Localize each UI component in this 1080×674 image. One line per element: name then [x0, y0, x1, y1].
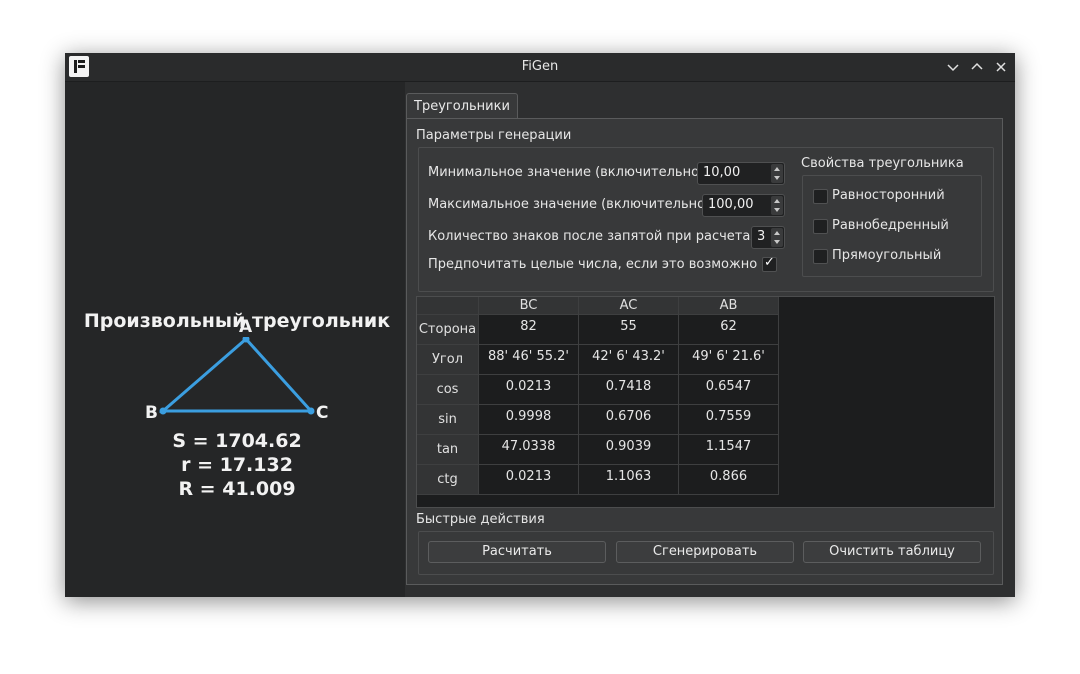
table-corner — [417, 297, 479, 315]
params-group-title: Параметры генерации — [416, 128, 572, 143]
clear-table-button[interactable]: Очистить таблицу — [803, 541, 981, 563]
prefer-int-checkbox[interactable]: ✓ — [762, 255, 777, 272]
table-cell[interactable]: 82 — [479, 315, 579, 345]
max-value-label: Максимальное значение (включительно): — [428, 197, 715, 212]
isosceles-checkbox[interactable] — [813, 219, 828, 234]
row-header[interactable]: tan — [417, 435, 479, 465]
triangle-preview-panel: Произвольный треугольник A B C S = 1704.… — [65, 82, 405, 597]
vertex-b-label: B — [145, 403, 158, 423]
minimize-button[interactable] — [944, 58, 962, 76]
results-table[interactable]: BC AC AB Сторона 82 55 62 Угол 88' 46' 5… — [416, 296, 995, 508]
min-value-text: 10,00 — [703, 165, 741, 180]
row-header[interactable]: cos — [417, 375, 479, 405]
table-cell[interactable]: 1.1063 — [579, 465, 679, 495]
row-header[interactable]: Угол — [417, 345, 479, 375]
prefer-int-label: Предпочитать целые числа, если это возмо… — [428, 257, 758, 272]
table-cell[interactable]: 0.6547 — [679, 375, 779, 405]
circumradius-value: R = 41.009 — [178, 478, 296, 500]
table-cell[interactable]: 0.0213 — [479, 465, 579, 495]
spin-arrows-icon[interactable] — [771, 228, 783, 247]
table-cell[interactable]: 0.9998 — [479, 405, 579, 435]
preview-title: Произвольный треугольник — [83, 310, 391, 332]
row-header[interactable]: ctg — [417, 465, 479, 495]
chevron-up-icon — [971, 62, 983, 70]
min-value-spinbox[interactable]: 10,00 — [697, 162, 785, 185]
table-cell[interactable]: 0.7418 — [579, 375, 679, 405]
spin-arrows-icon[interactable] — [771, 196, 783, 215]
decimals-spinbox[interactable]: 3 — [751, 226, 785, 249]
right-angle-checkbox[interactable] — [813, 249, 828, 264]
table-cell[interactable]: 0.866 — [679, 465, 779, 495]
table-cell[interactable]: 1.1547 — [679, 435, 779, 465]
table-cell[interactable]: 47.0338 — [479, 435, 579, 465]
actions-group-title: Быстрые действия — [416, 512, 545, 527]
triangle-figure — [158, 337, 315, 415]
table-cell[interactable]: 88' 46' 55.2' — [479, 345, 579, 375]
maximize-button[interactable] — [968, 58, 986, 76]
max-value-spinbox[interactable]: 100,00 — [702, 194, 785, 217]
chevron-down-icon — [947, 64, 959, 72]
vertex-c-point — [307, 407, 315, 415]
window-title: FiGen — [521, 59, 559, 74]
area-value: S = 1704.62 — [172, 430, 302, 452]
vertex-b-point — [159, 407, 167, 415]
table-cell[interactable]: 0.0213 — [479, 375, 579, 405]
tab-triangles[interactable]: Треугольники — [406, 93, 518, 120]
calculate-button[interactable]: Расчитать — [428, 541, 606, 563]
table-cell[interactable]: 55 — [579, 315, 679, 345]
decimals-text: 3 — [757, 229, 766, 244]
max-value-text: 100,00 — [708, 197, 754, 212]
inradius-value: r = 17.132 — [181, 454, 293, 476]
column-header-ac[interactable]: AC — [579, 297, 679, 315]
triangle-shape — [158, 337, 315, 413]
column-header-bc[interactable]: BC — [479, 297, 579, 315]
checkmark-icon: ✓ — [764, 255, 775, 270]
equilateral-checkbox[interactable] — [813, 189, 828, 204]
close-icon — [996, 62, 1006, 72]
spin-arrows-icon[interactable] — [771, 164, 783, 183]
table-cell[interactable]: 0.6706 — [579, 405, 679, 435]
table-cell[interactable]: 62 — [679, 315, 779, 345]
right-angle-label: Прямоугольный — [832, 248, 942, 263]
vertex-c-label: C — [316, 403, 329, 423]
column-header-ab[interactable]: AB — [679, 297, 779, 315]
row-header[interactable]: Сторона — [417, 315, 479, 345]
table-cell[interactable]: 0.7559 — [679, 405, 779, 435]
table-cell[interactable]: 42' 6' 43.2' — [579, 345, 679, 375]
table-cell[interactable]: 0.9039 — [579, 435, 679, 465]
table-cell[interactable]: 49' 6' 21.6' — [679, 345, 779, 375]
title-bar[interactable]: FiGen — [65, 53, 1015, 82]
close-button[interactable] — [992, 58, 1010, 76]
app-window: FiGen Произвольный треугольник A B C S =… — [65, 53, 1015, 597]
row-header[interactable]: sin — [417, 405, 479, 435]
properties-title: Свойства треугольника — [801, 156, 964, 171]
isosceles-label: Равнобедренный — [832, 218, 949, 233]
decimals-label: Количество знаков после запятой при расч… — [428, 229, 763, 244]
min-value-label: Минимальное значение (включительно): — [428, 165, 709, 180]
equilateral-label: Равносторонний — [832, 188, 945, 203]
generate-button[interactable]: Сгенерировать — [616, 541, 794, 563]
vertex-a-label: A — [239, 317, 253, 337]
